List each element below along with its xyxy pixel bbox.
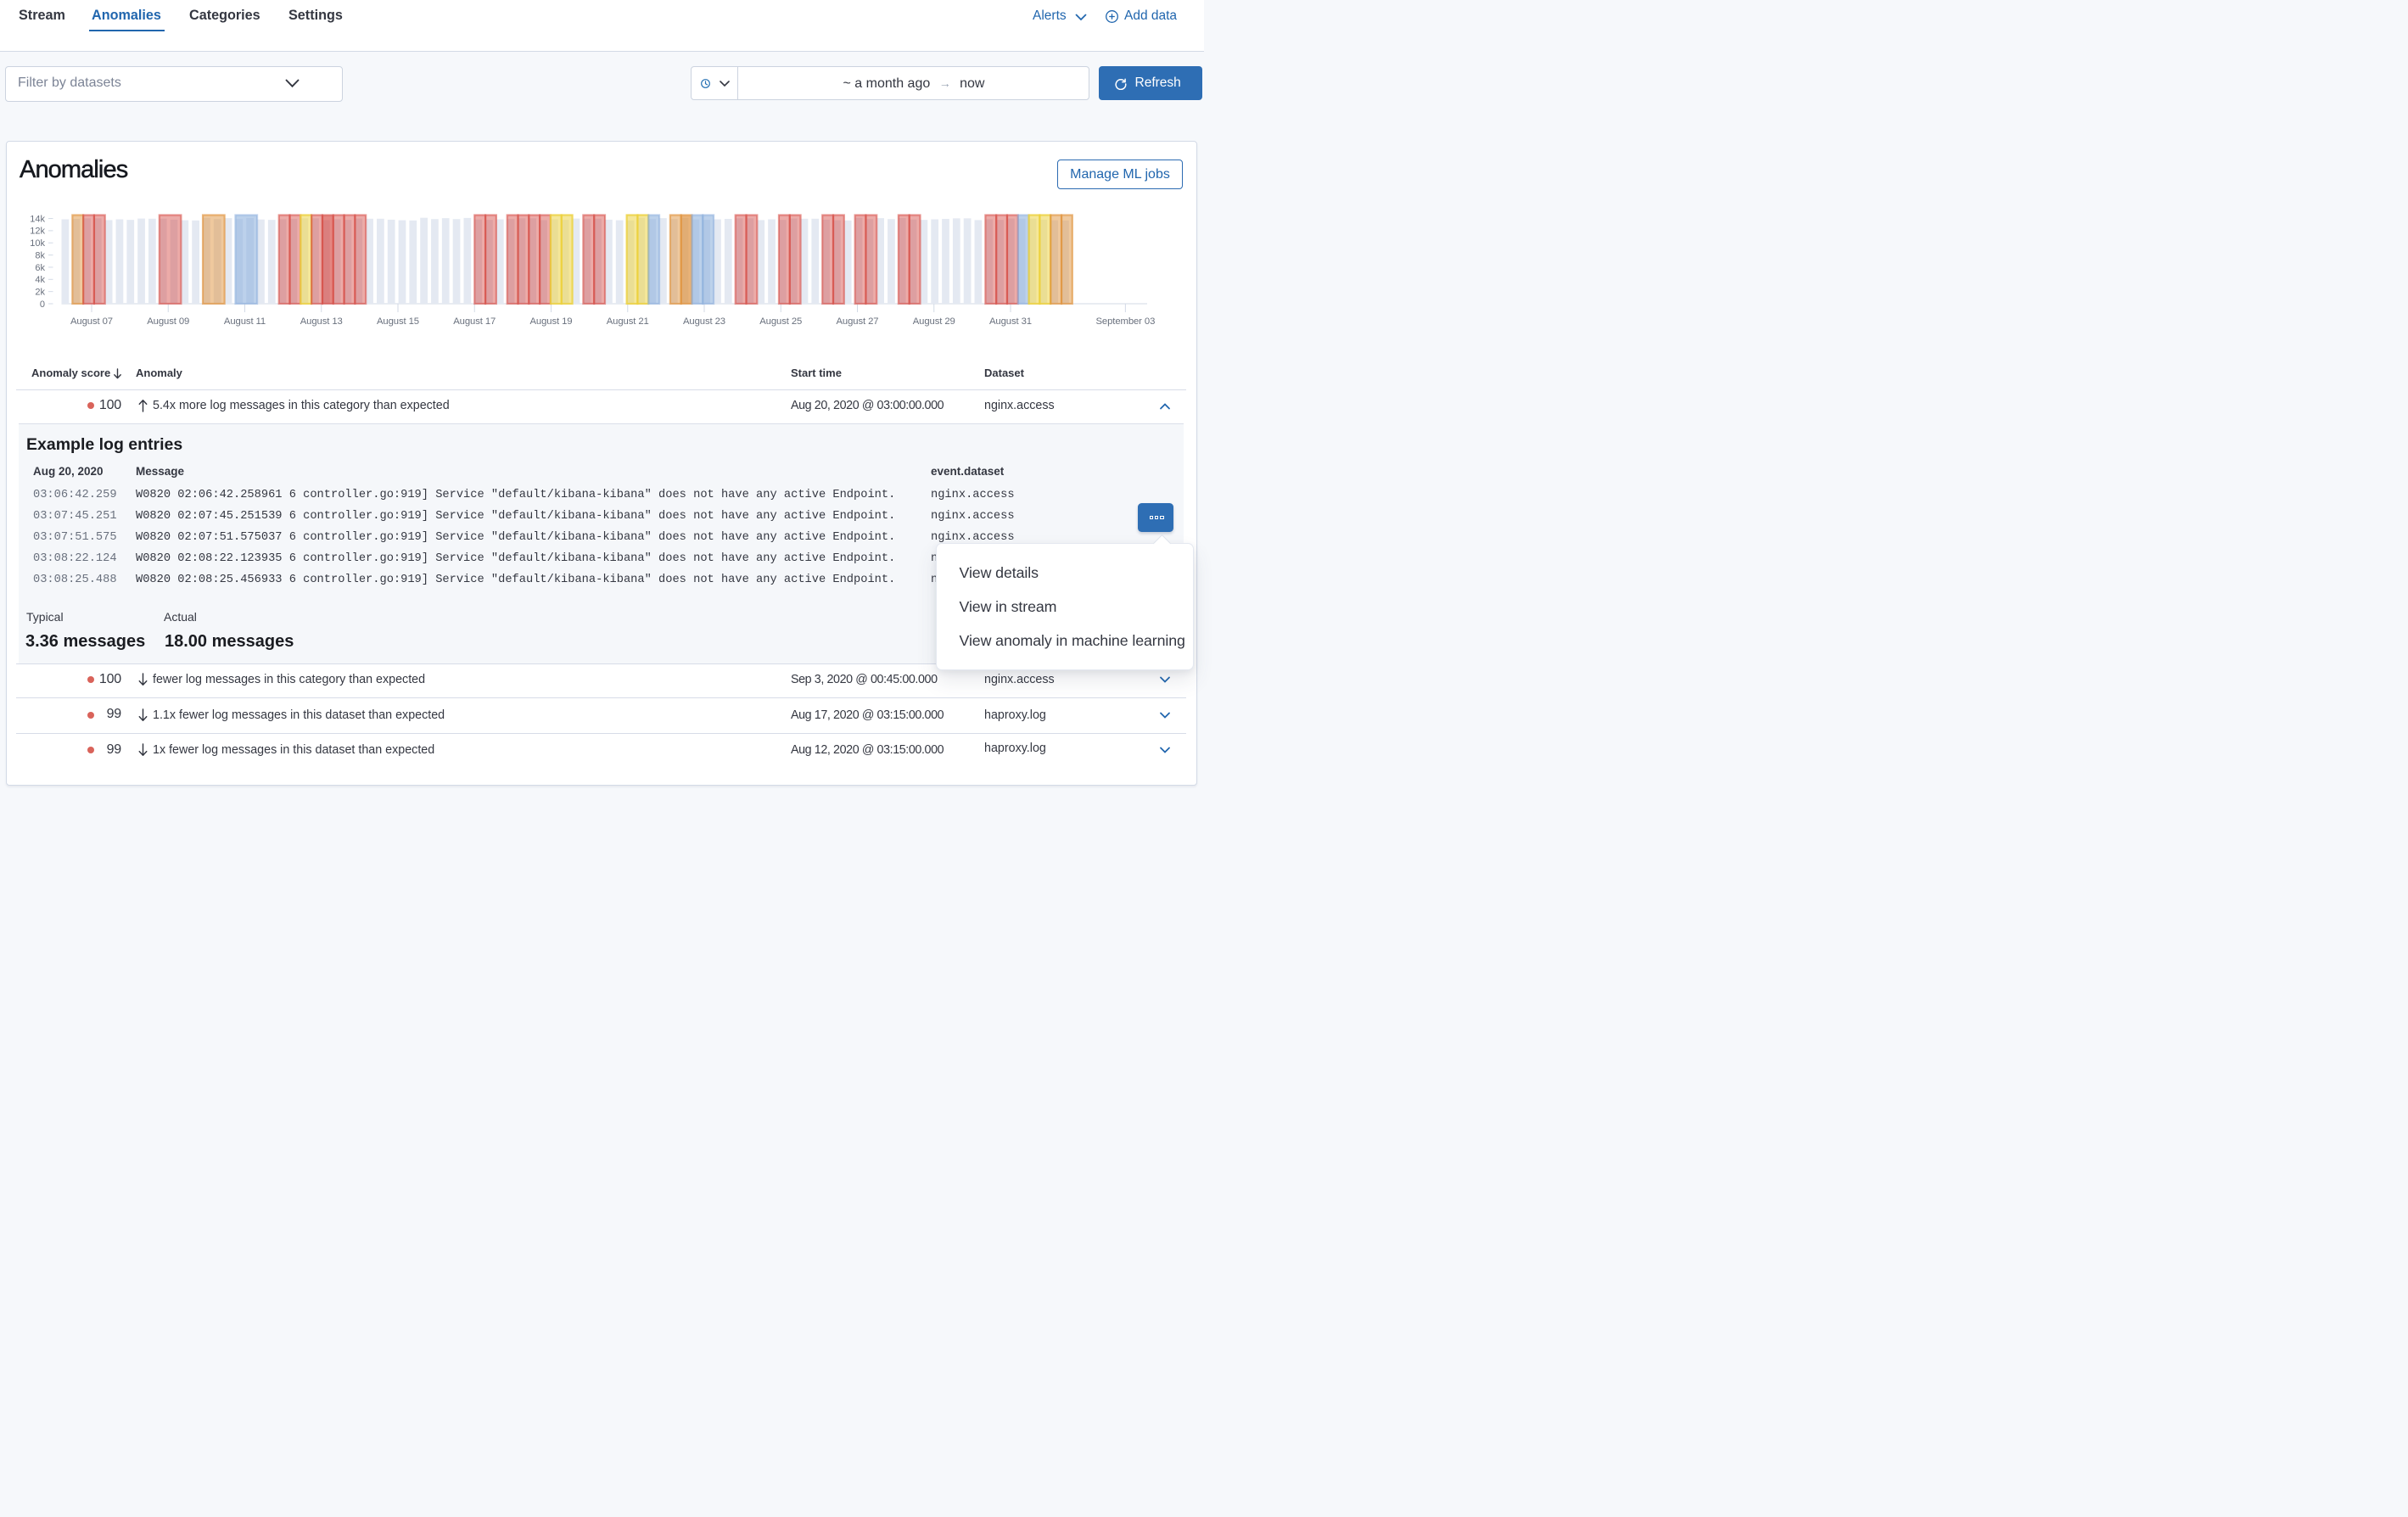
svg-text:August 07: August 07: [70, 316, 113, 327]
svg-text:0: 0: [40, 299, 45, 310]
svg-text:6k: 6k: [35, 263, 45, 273]
svg-text:August 19: August 19: [530, 316, 573, 327]
svg-text:August 11: August 11: [224, 316, 266, 327]
svg-text:August 23: August 23: [683, 316, 725, 327]
svg-text:August 09: August 09: [147, 316, 189, 327]
svg-text:August 15: August 15: [377, 316, 419, 327]
svg-text:8k: 8k: [35, 250, 45, 260]
svg-text:August 31: August 31: [989, 316, 1032, 327]
svg-text:14k: 14k: [30, 214, 45, 224]
svg-text:August 29: August 29: [913, 316, 955, 327]
svg-text:August 13: August 13: [300, 316, 343, 327]
svg-text:September 03: September 03: [1095, 316, 1155, 327]
svg-text:12k: 12k: [30, 227, 45, 237]
svg-text:August 27: August 27: [837, 316, 879, 327]
svg-text:2k: 2k: [35, 287, 45, 297]
svg-text:August 25: August 25: [759, 316, 802, 327]
svg-text:4k: 4k: [35, 275, 45, 285]
svg-text:August 17: August 17: [453, 316, 496, 327]
svg-text:August 21: August 21: [607, 316, 649, 327]
svg-text:10k: 10k: [30, 238, 45, 249]
